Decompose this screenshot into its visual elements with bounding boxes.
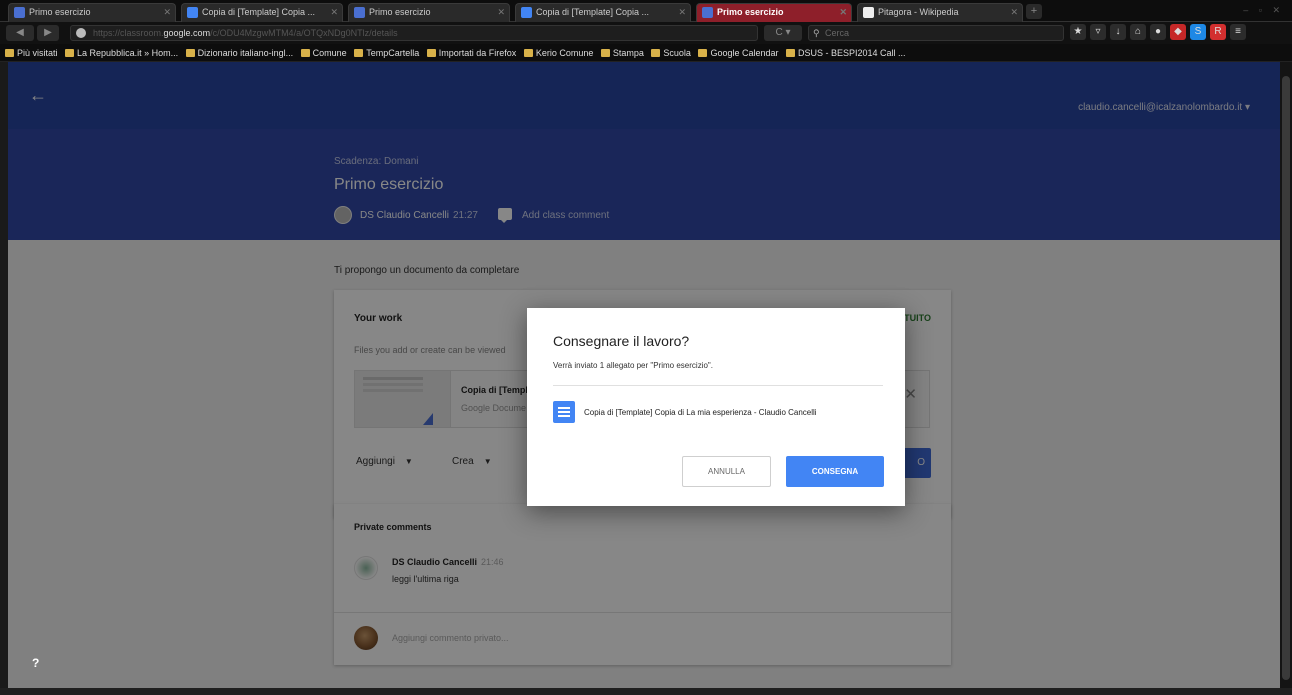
turn-in-confirm-button[interactable]: CONSEGNA [786,456,884,487]
bookmark-item[interactable]: Kerio Comune [523,44,593,61]
tab-close-icon[interactable]: ✕ [330,4,338,21]
bookmark-star-icon[interactable]: ★ [1070,24,1086,40]
browser-nav-bar: ◀ ▶ https://classroom.google.com/c/ODU4M… [0,22,1292,44]
vertical-scrollbar[interactable] [1280,62,1292,695]
url-path: /c/ODU4MzgwMTM4/a/OTQxNDg0NTlz/details [210,28,398,38]
bookmarks-bar: Più visitati La Repubblica.it » Hom... D… [0,44,1292,62]
docs-favicon-icon [187,7,198,18]
search-bar[interactable]: ⚲ Cerca [808,25,1064,41]
browser-tab[interactable]: Pitagora - Wikipedia ✕ [857,3,1023,22]
classroom-favicon-icon [14,7,25,18]
divider [553,385,883,386]
search-placeholder: Cerca [825,28,850,38]
bookmark-item[interactable]: Importati da Firefox [426,44,516,61]
classroom-page: ← claudio.cancelli@icalzanolombardo.it ▾… [8,62,1280,695]
bookmark-item[interactable]: La Repubblica.it » Hom... [65,44,178,61]
window-controls[interactable]: – ▫ ✕ [1243,5,1284,16]
pocket-icon[interactable]: ▿ [1090,24,1106,40]
dialog-message: Verrà inviato 1 allegato per "Primo eser… [553,361,713,370]
browser-tab-active[interactable]: Primo esercizio ✕ [696,3,852,22]
url-bar[interactable]: https://classroom.google.com/c/ODU4MzgwM… [70,25,758,41]
toolbar-icons: ★ ▿ ↓ ⌂ ● ◆ S R ≡ [1070,24,1246,42]
tab-label: Primo esercizio [29,7,91,17]
bookmark-item[interactable]: Più visitati [5,44,58,61]
bookmark-item[interactable]: Scuola [651,44,691,61]
browser-tab[interactable]: Primo esercizio ✕ [348,3,510,22]
tab-label: Primo esercizio [369,7,431,17]
bookmark-item[interactable]: Google Calendar [698,44,779,61]
classroom-favicon-icon [702,7,713,18]
reload-button[interactable]: C ▾ [764,25,802,41]
tab-label: Copia di [Template] Copia ... [202,7,316,17]
browser-tab-bar: Primo esercizio ✕ Copia di [Template] Co… [0,0,1292,22]
site-identity-icon[interactable] [76,28,86,38]
adblock-icon[interactable]: ◆ [1170,24,1186,40]
skype-icon[interactable]: S [1190,24,1206,40]
tab-close-icon[interactable]: ✕ [678,4,686,21]
home-icon[interactable]: ⌂ [1130,24,1146,40]
extension-icon[interactable]: R [1210,24,1226,40]
horizontal-scrollbar[interactable] [0,688,1292,695]
tab-close-icon[interactable]: ✕ [1010,4,1018,21]
bookmark-item[interactable]: TempCartella [354,44,419,61]
dialog-document-name: Copia di [Template] Copia di La mia espe… [584,408,817,417]
tab-close-icon[interactable]: ✕ [163,4,171,21]
url-prefix: https://classroom. [93,28,164,38]
classroom-favicon-icon [354,7,365,18]
new-tab-button[interactable]: + [1026,4,1042,19]
scrollbar-thumb[interactable] [1282,76,1290,680]
dialog-title: Consegnare il lavoro? [553,333,690,349]
bookmark-item[interactable]: Comune [300,44,347,61]
search-icon: ⚲ [813,28,820,38]
bookmark-item[interactable]: Dizionario italiano-ingl... [185,44,293,61]
bookmark-item[interactable]: Stampa [600,44,644,61]
menu-icon[interactable]: ≡ [1230,24,1246,40]
back-button[interactable]: ◀ [6,25,34,41]
tab-label: Primo esercizio [717,7,784,17]
cancel-button[interactable]: ANNULLA [682,456,771,487]
tab-label: Pitagora - Wikipedia [878,7,959,17]
help-button[interactable]: ? [32,656,39,670]
tab-label: Copia di [Template] Copia ... [536,7,650,17]
turn-in-dialog: Consegnare il lavoro? Verrà inviato 1 al… [527,308,905,506]
url-host: google.com [163,28,211,38]
docs-favicon-icon [521,7,532,18]
chat-icon[interactable]: ● [1150,24,1166,40]
browser-tab[interactable]: Primo esercizio ✕ [8,3,176,22]
forward-button[interactable]: ▶ [37,25,59,41]
browser-tab[interactable]: Copia di [Template] Copia ... ✕ [515,3,691,22]
bookmark-item[interactable]: DSUS - BESPI2014 Call ... [786,44,906,61]
download-icon[interactable]: ↓ [1110,24,1126,40]
tab-close-icon[interactable]: ✕ [497,4,505,21]
tab-close-icon[interactable]: ✕ [839,4,847,21]
google-docs-icon [553,401,575,423]
browser-tab[interactable]: Copia di [Template] Copia ... ✕ [181,3,343,22]
wikipedia-favicon-icon [863,7,874,18]
